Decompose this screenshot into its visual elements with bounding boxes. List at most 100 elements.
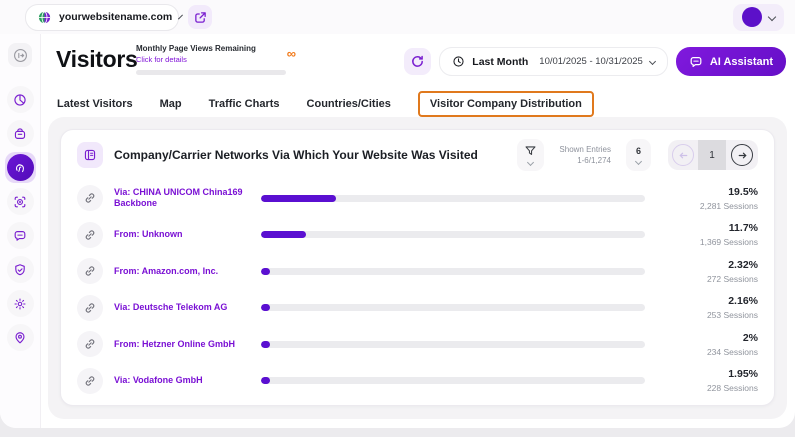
tab-traffic-charts[interactable]: Traffic Charts bbox=[209, 98, 280, 110]
avatar bbox=[742, 7, 762, 27]
target-scan-icon bbox=[13, 195, 27, 209]
ai-assistant-label: AI Assistant bbox=[709, 55, 773, 68]
page-title: Visitors bbox=[56, 46, 138, 72]
row-values: 1.95% 228 Sessions bbox=[656, 368, 758, 393]
company-label[interactable]: From: Hetzner Online GmbH bbox=[114, 339, 250, 350]
refresh-icon bbox=[410, 54, 425, 69]
sessions-bar-track bbox=[261, 377, 645, 385]
filter-funnel-icon bbox=[524, 145, 537, 157]
sessions-bar-track bbox=[261, 304, 645, 312]
panel-layout-icon bbox=[77, 142, 103, 168]
pie-chart-icon bbox=[13, 93, 27, 107]
tab-countries-cities[interactable]: Countries/Cities bbox=[307, 98, 391, 110]
sidebar-item-orders[interactable] bbox=[6, 120, 34, 147]
row-percent: 11.7% bbox=[728, 222, 758, 235]
sidebar-item-dashboard[interactable] bbox=[6, 86, 34, 113]
sessions-bar-fill bbox=[261, 267, 270, 275]
sidebar-collapse-button[interactable] bbox=[8, 43, 32, 67]
period-range: 10/01/2025 - 10/31/2025 bbox=[539, 56, 643, 67]
row-percent: 2.16% bbox=[728, 295, 758, 308]
quota-infinity-value: ∞ bbox=[286, 46, 296, 61]
company-rows: Via: CHINA UNICOM China169 Backbone 19.5… bbox=[77, 178, 758, 405]
row-percent: 1.95% bbox=[728, 368, 758, 381]
table-row: Via: CHINA UNICOM China169 Backbone 19.5… bbox=[77, 182, 758, 215]
row-values: 19.5% 2,281 Sessions bbox=[656, 186, 758, 211]
quota-progress-bar bbox=[136, 70, 286, 75]
quota-details-link[interactable]: Click for details bbox=[136, 55, 296, 64]
sidebar-item-security[interactable] bbox=[6, 256, 34, 283]
table-row: Via: Vodafone GmbH 1.95% 228 Sessions bbox=[77, 364, 758, 397]
row-values: 2.16% 253 Sessions bbox=[656, 295, 758, 320]
row-percent: 19.5% bbox=[728, 185, 758, 198]
sessions-bar-track bbox=[261, 267, 645, 275]
company-distribution-card: Company/Carrier Networks Via Which Your … bbox=[60, 129, 775, 406]
header-controls: Last Month 10/01/2025 - 10/31/2025 AI As… bbox=[404, 47, 786, 76]
current-page[interactable]: 1 bbox=[698, 140, 726, 170]
page-size-dropdown[interactable]: 6 bbox=[626, 139, 651, 171]
chevron-down-icon bbox=[527, 158, 535, 167]
ai-assistant-button[interactable]: AI Assistant bbox=[675, 47, 786, 76]
chat-bubble-icon bbox=[13, 229, 27, 243]
company-label[interactable]: From: Unknown bbox=[114, 229, 250, 240]
company-label[interactable]: Via: Vodafone GmbH bbox=[114, 375, 250, 386]
company-label[interactable]: Via: Deutsche Telekom AG bbox=[114, 302, 250, 313]
tab-bar: Latest Visitors Map Traffic Charts Count… bbox=[57, 90, 594, 118]
arrow-right-icon bbox=[731, 144, 753, 166]
tab-visitor-company-distribution[interactable]: Visitor Company Distribution bbox=[417, 91, 594, 117]
sidebar-item-goals[interactable] bbox=[6, 188, 34, 215]
app-window: yourwebsitename.com Visitors Monthly Pag… bbox=[0, 0, 795, 428]
link-chain-icon bbox=[77, 221, 103, 248]
chevron-down-icon bbox=[767, 12, 777, 22]
link-chain-icon bbox=[77, 331, 103, 358]
company-label[interactable]: Via: CHINA UNICOM China169 Backbone bbox=[114, 187, 250, 209]
content-area: Visitors Monthly Page Views Remaining Cl… bbox=[41, 34, 795, 428]
chevron-down-icon bbox=[634, 157, 643, 166]
next-page-button[interactable] bbox=[726, 144, 758, 166]
site-name: yourwebsitename.com bbox=[59, 11, 173, 23]
chevron-down-icon bbox=[648, 57, 656, 66]
shown-entries: Shown Entries 1-6/1,274 bbox=[559, 144, 611, 166]
open-site-button[interactable] bbox=[188, 5, 212, 29]
row-percent: 2% bbox=[742, 331, 758, 344]
site-selector[interactable]: yourwebsitename.com bbox=[25, 3, 184, 31]
table-row: From: Unknown 11.7% 1,369 Sessions bbox=[77, 218, 758, 251]
refresh-button[interactable] bbox=[404, 48, 432, 75]
pagination: 1 bbox=[668, 140, 758, 170]
table-row: From: Amazon.com, Inc. 2.32% 272 Session… bbox=[77, 255, 758, 288]
row-sessions: 228 Sessions bbox=[706, 383, 758, 394]
link-chain-icon bbox=[77, 258, 103, 285]
row-sessions: 2,281 Sessions bbox=[699, 200, 758, 211]
link-chain-icon bbox=[77, 367, 103, 394]
previous-page-button[interactable] bbox=[668, 144, 698, 166]
sidebar-item-chat[interactable] bbox=[6, 222, 34, 249]
sessions-bar-track bbox=[261, 231, 645, 239]
quota-widget[interactable]: Monthly Page Views Remaining Click for d… bbox=[136, 44, 296, 75]
filter-button[interactable] bbox=[517, 139, 545, 171]
row-sessions: 272 Sessions bbox=[706, 273, 758, 284]
shown-entries-value: 1-6/1,274 bbox=[577, 156, 611, 165]
sessions-bar-fill bbox=[261, 377, 270, 385]
sidebar-item-locations[interactable] bbox=[6, 324, 34, 351]
date-range-picker[interactable]: Last Month 10/01/2025 - 10/31/2025 bbox=[439, 47, 668, 76]
user-menu[interactable] bbox=[733, 3, 784, 31]
card-header: Company/Carrier Networks Via Which Your … bbox=[77, 132, 758, 178]
orders-bag-icon bbox=[13, 127, 27, 141]
sessions-bar-fill bbox=[261, 340, 270, 348]
company-label[interactable]: From: Amazon.com, Inc. bbox=[114, 266, 250, 277]
link-chain-icon bbox=[77, 294, 103, 321]
tab-map[interactable]: Map bbox=[160, 98, 182, 110]
period-label: Last Month bbox=[472, 55, 529, 68]
tab-latest-visitors[interactable]: Latest Visitors bbox=[57, 98, 133, 110]
arrow-left-icon bbox=[672, 144, 694, 166]
table-row: From: Hetzner Online GmbH 2% 234 Session… bbox=[77, 328, 758, 361]
sidebar bbox=[0, 34, 41, 428]
sidebar-item-visitors-active[interactable] bbox=[4, 152, 36, 183]
settings-gear-icon bbox=[13, 297, 27, 311]
ai-chat-icon bbox=[689, 55, 703, 69]
row-sessions: 253 Sessions bbox=[706, 310, 758, 321]
clock-icon bbox=[452, 55, 465, 68]
sessions-bar-track bbox=[261, 194, 645, 202]
collapse-arrow-icon bbox=[13, 48, 28, 63]
topbar: yourwebsitename.com bbox=[0, 0, 795, 34]
sidebar-item-settings[interactable] bbox=[6, 290, 34, 317]
